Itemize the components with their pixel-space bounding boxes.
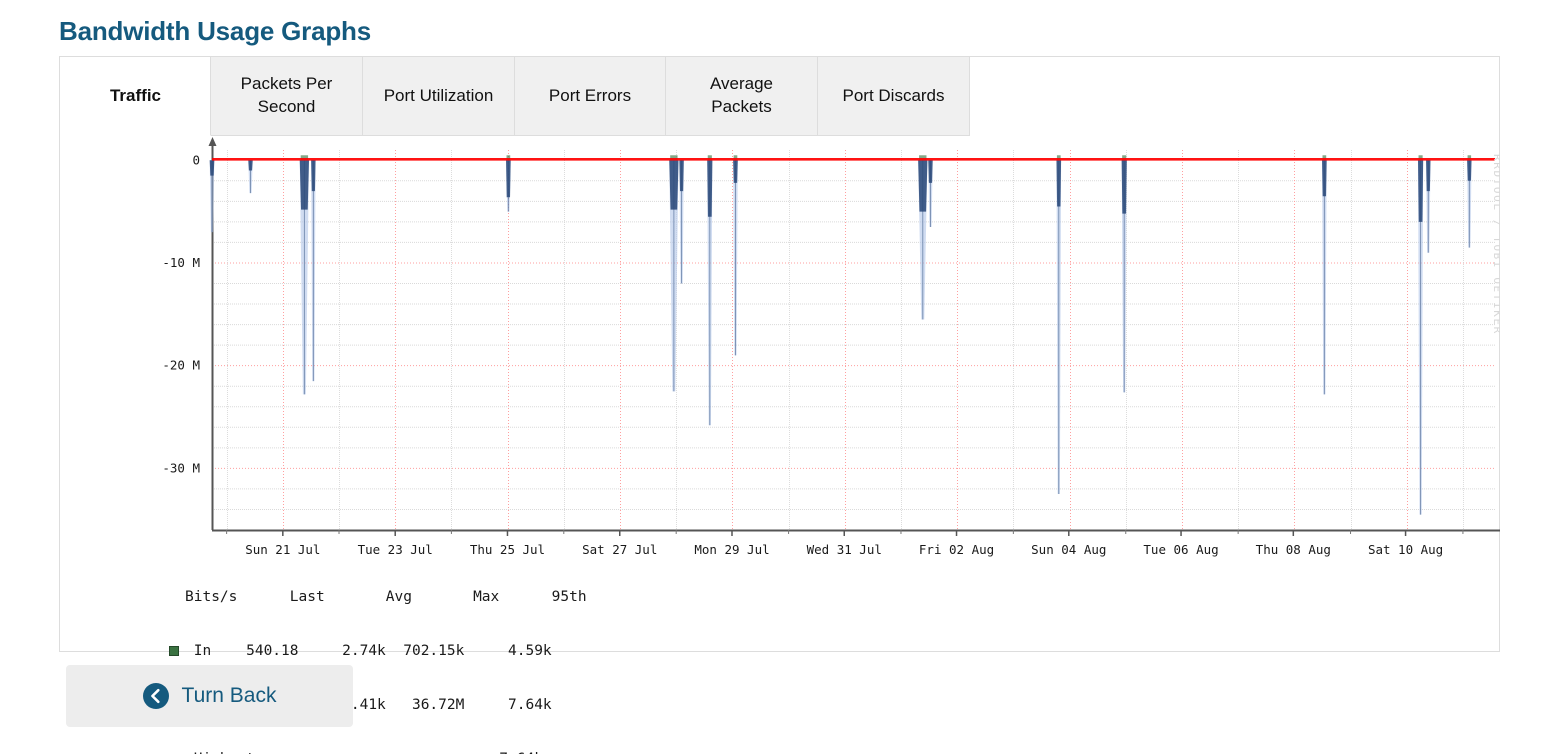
tab-port-discards[interactable]: Port Discards — [818, 57, 970, 136]
svg-text:0: 0 — [192, 152, 200, 167]
tab-label: Port Errors — [548, 85, 632, 105]
legend-header-text: Bits/s Last Avg Max 95th — [185, 589, 587, 605]
svg-text:-10 M: -10 M — [162, 255, 200, 270]
tab-port-utilization[interactable]: Port Utilization — [363, 57, 515, 136]
turn-back-button[interactable]: Turn Back — [66, 665, 353, 727]
legend-row-in: In 540.18 2.74k 702.15k 4.59k — [169, 642, 587, 660]
svg-text:-20 M: -20 M — [162, 358, 200, 373]
legend-row-in-text: In 540.18 2.74k 702.15k 4.59k — [185, 643, 552, 659]
svg-text:Mon 29 Jul: Mon 29 Jul — [694, 542, 769, 557]
svg-text:Thu 08 Aug: Thu 08 Aug — [1256, 542, 1331, 557]
page-root: Bandwidth Usage Graphs Traffic Packets P… — [0, 0, 1564, 754]
svg-text:Sat 10 Aug: Sat 10 Aug — [1368, 542, 1443, 557]
tab-packets-per-second[interactable]: Packets Per Second — [211, 57, 363, 136]
page-title: Bandwidth Usage Graphs — [59, 16, 371, 46]
traffic-chart: 0 -10 M -20 M -30 M Sun 21 Jul Tue 23 Jul Thu … — [100, 136, 1500, 591]
tab-label: Port Discards — [842, 85, 945, 105]
svg-text:Fri 02 Aug: Fri 02 Aug — [919, 542, 994, 557]
graph-panel: Traffic Packets Per Second Port Utilizat… — [59, 56, 1500, 754]
tab-label: Average Packets — [709, 74, 773, 116]
tab-label: Traffic — [109, 85, 162, 105]
legend-swatch-in — [169, 646, 179, 656]
svg-text:Sat 27 Jul: Sat 27 Jul — [582, 542, 657, 557]
svg-text:Wed 31 Jul: Wed 31 Jul — [807, 542, 882, 557]
chevron-left-circle-icon — [142, 683, 169, 709]
rrdtool-watermark: RRDTOOL / TOBI OETIKER — [1491, 154, 1500, 335]
svg-text:Sun 04 Aug: Sun 04 Aug — [1031, 542, 1106, 557]
tab-bar: Traffic Packets Per Second Port Utilizat… — [60, 57, 970, 136]
tab-label: Port Utilization — [383, 85, 494, 105]
turn-back-label: Turn Back — [181, 684, 277, 707]
tab-port-errors[interactable]: Port Errors — [515, 57, 666, 136]
svg-text:-30 M: -30 M — [162, 460, 200, 475]
tab-traffic[interactable]: Traffic — [60, 57, 211, 136]
tab-average-packets[interactable]: Average Packets — [666, 57, 818, 136]
svg-text:Tue 06 Aug: Tue 06 Aug — [1143, 542, 1218, 557]
legend-row-highest: Highest 7.64k — [169, 750, 587, 754]
legend-header: Bits/s Last Avg Max 95th — [169, 588, 587, 606]
tab-label: Packets Per Second — [240, 74, 333, 116]
traffic-chart-svg: 0-10 M-20 M-30 MSun 21 Jul Tue 23 Jul Thu … — [162, 137, 1500, 557]
